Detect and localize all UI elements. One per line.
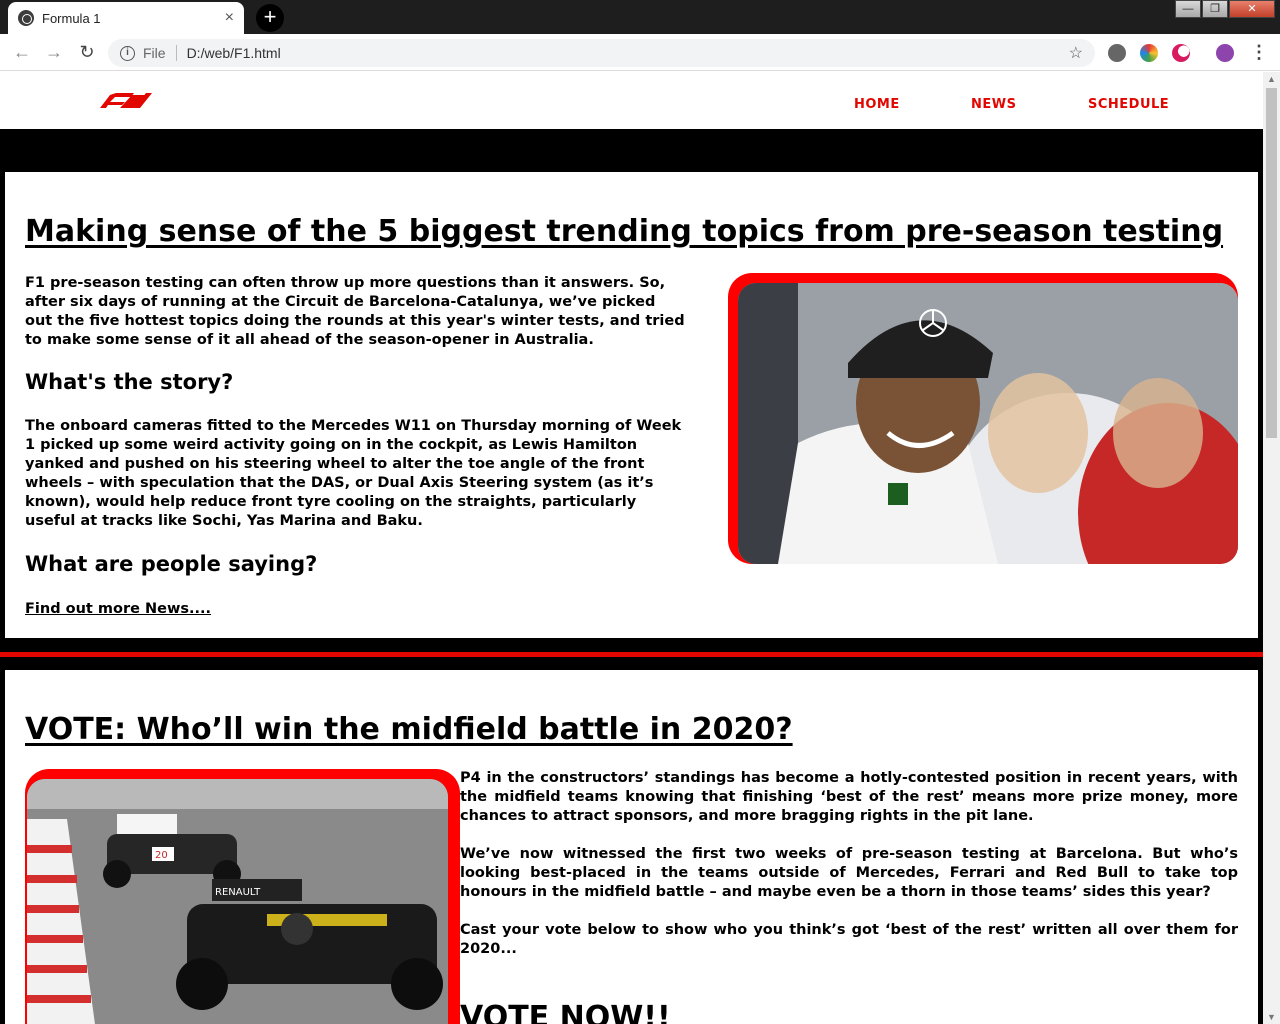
scroll-down-icon[interactable]: ▼	[1267, 1012, 1276, 1022]
article-card-vote: VOTE: Who’ll win the midfield battle in …	[5, 670, 1258, 1024]
article-headline: Making sense of the 5 biggest trending t…	[25, 214, 1224, 249]
article-headline: VOTE: Who’ll win the midfield battle in …	[25, 712, 793, 747]
browser-menu-icon[interactable]: ⋮	[1250, 43, 1268, 62]
browser-toolbar: ← → ↻ i File D:/web/F1.html ☆ ⋮	[0, 34, 1280, 71]
article-card-testing: Making sense of the 5 biggest trending t…	[5, 172, 1258, 638]
nav-news[interactable]: NEWS	[971, 97, 1016, 112]
tab-title: Formula 1	[42, 10, 101, 26]
browser-tab-strip: Formula 1 × + — ❐ ✕	[0, 0, 1280, 34]
article-subheading: What's the story?	[25, 370, 234, 394]
close-window-button[interactable]: ✕	[1229, 0, 1275, 18]
nav-home[interactable]: HOME	[854, 97, 900, 112]
f1-logo[interactable]	[100, 92, 152, 108]
reload-icon[interactable]: ↻	[75, 41, 99, 65]
forward-arrow-icon[interactable]: →	[42, 41, 66, 65]
bookmark-star-icon[interactable]: ☆	[1069, 43, 1083, 63]
divider	[175, 45, 177, 61]
car-number: 20	[155, 850, 168, 861]
globe-icon	[18, 10, 34, 26]
browser-tab[interactable]: Formula 1 ×	[8, 2, 244, 34]
find-more-news-link[interactable]: Find out more News....	[25, 601, 211, 617]
article-photo-frame: 20 RENAULT	[25, 769, 460, 1024]
back-arrow-icon[interactable]: ←	[10, 41, 34, 65]
driver-photo	[738, 283, 1238, 564]
color-extension-icon[interactable]	[1140, 44, 1158, 62]
article-paragraph: We’ve now witnessed the first two weeks …	[460, 846, 1238, 900]
article-subheading: What are people saying?	[25, 552, 318, 576]
site-header: HOME NEWS SCHEDULE	[0, 72, 1263, 129]
driver-photo-illustration	[738, 283, 1238, 564]
minimize-button[interactable]: —	[1175, 0, 1201, 18]
incognito-extension-icon[interactable]	[1108, 44, 1126, 62]
page-viewport: HOME NEWS SCHEDULE Making sense of the 5…	[0, 72, 1263, 1024]
new-tab-button[interactable]: +	[256, 4, 284, 32]
scroll-up-icon[interactable]: ▲	[1267, 74, 1276, 84]
profile-avatar[interactable]	[1216, 44, 1234, 62]
scrollbar-thumb[interactable]	[1266, 88, 1277, 438]
address-bar[interactable]: i File D:/web/F1.html ☆	[108, 39, 1095, 67]
scheme-label: File	[143, 45, 166, 61]
nav-schedule[interactable]: SCHEDULE	[1088, 97, 1169, 112]
article-story: The onboard cameras fitted to the Merced…	[25, 418, 682, 529]
article-photo-frame	[728, 273, 1238, 564]
dark-mode-extension-icon[interactable]	[1172, 44, 1190, 62]
close-tab-icon[interactable]: ×	[225, 9, 234, 27]
section-divider	[0, 652, 1263, 657]
info-icon[interactable]: i	[120, 45, 135, 61]
cars-photo-illustration: 20 RENAULT	[27, 779, 448, 1024]
article-paragraph: Cast your vote below to show who you thi…	[460, 922, 1238, 957]
article-intro: F1 pre-season testing can often throw up…	[25, 275, 685, 348]
vote-heading: VOTE NOW!!	[460, 1000, 671, 1024]
article-paragraph: P4 in the constructors’ standings has be…	[460, 770, 1238, 824]
car-livery: RENAULT	[215, 887, 261, 898]
cars-photo: 20 RENAULT	[27, 779, 448, 1024]
url-text[interactable]: D:/web/F1.html	[187, 45, 1069, 61]
page-scrollbar[interactable]: ▲ ▼	[1263, 72, 1280, 1024]
maximize-button[interactable]: ❐	[1202, 0, 1228, 18]
